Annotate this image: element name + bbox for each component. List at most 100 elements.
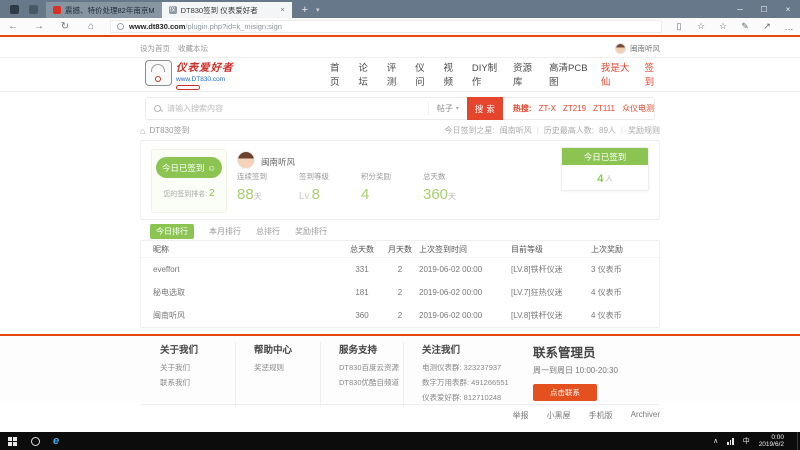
star-label: 今日签到之星:	[444, 125, 494, 136]
nav-item-home[interactable]: 首页	[330, 60, 345, 88]
smiley-icon: ☺	[207, 163, 216, 173]
more-menu-icon[interactable]: …	[778, 22, 800, 32]
search-button[interactable]: 搜索	[467, 97, 503, 120]
hot-link[interactable]: ZT-X	[539, 104, 556, 113]
hot-link[interactable]: ZT219	[563, 104, 586, 113]
bottom-links: 举报 小黑屋 手机版 Archiver	[140, 410, 660, 421]
nav-item-resources[interactable]: 资源库	[513, 60, 536, 88]
browser-tab-active[interactable]: 仪 DT830签到 仪表爱好者 ×	[162, 2, 292, 18]
bookmark-site-link[interactable]: 收藏本坛	[178, 43, 208, 54]
chevron-down-icon: ▾	[456, 105, 459, 112]
tab-preview-icon[interactable]	[29, 5, 38, 14]
network-icon[interactable]	[727, 438, 734, 445]
tab-list-chevron-icon[interactable]: ▾	[316, 6, 320, 14]
browser-tab-other[interactable]: 震撼、特价处理82年南京M	[46, 2, 162, 18]
favorite-star-icon[interactable]: ☆	[690, 21, 712, 32]
row-username[interactable]: eveffort	[153, 265, 343, 274]
search-icon	[154, 105, 162, 113]
search-input[interactable]	[167, 104, 428, 113]
stat-total-days: 总天数 360天	[423, 171, 485, 203]
favorites-bar-icon[interactable]: ☆	[712, 21, 734, 32]
footer-link[interactable]: 联系我们	[160, 377, 235, 388]
username[interactable]: 闽南听风	[261, 156, 295, 168]
url-path: /plugin.php?id=k_misign:sign	[185, 22, 282, 31]
ime-indicator[interactable]: 中	[743, 436, 750, 446]
search-scope-select[interactable]: 帖子 ▾	[428, 102, 467, 115]
record-label: 历史最高人数:	[544, 125, 594, 136]
forward-icon[interactable]: →	[26, 21, 52, 32]
ranking-tabs: 今日排行 本月排行 总排行 奖励排行	[150, 224, 327, 239]
url-field[interactable]: www.dt830.com /plugin.php?id=k_misign:si…	[110, 20, 662, 33]
darkroom-link[interactable]: 小黑屋	[547, 410, 571, 421]
archiver-link[interactable]: Archiver	[631, 410, 660, 421]
set-tabs-aside-icon[interactable]	[10, 5, 19, 14]
footer-link[interactable]: 奖惩规则	[254, 362, 320, 373]
site-logo[interactable]: 仪表爱好者 www.DT830.com	[145, 60, 255, 90]
signin-card: 今日已签到 ☺ 您的签到排名: 2	[151, 149, 227, 213]
site-info-icon[interactable]	[117, 23, 124, 30]
table-header: 昵称 总天数 月天数 上次签到时间 目前等级 上次奖励	[141, 241, 659, 258]
rules-link[interactable]: 奖励规则	[628, 125, 660, 136]
nav-item-forum[interactable]: 论坛	[358, 60, 373, 88]
logo-text: 仪表爱好者 www.DT830.com	[176, 60, 234, 90]
cortana-icon[interactable]	[31, 437, 40, 446]
nav-item-reviews[interactable]: 评测	[387, 60, 402, 88]
taskbar-clock[interactable]: 0:00 2019/6/2	[759, 434, 784, 449]
tab-today-rank[interactable]: 今日排行	[150, 224, 194, 239]
divider	[140, 404, 660, 405]
back-icon[interactable]: ←	[0, 21, 26, 32]
row-username[interactable]: 秘电选取	[153, 287, 343, 298]
divider	[0, 57, 800, 58]
signed-today-button[interactable]: 今日已签到 ☺	[156, 157, 222, 178]
footer-link[interactable]: DT830优酷自频道	[339, 377, 403, 388]
minimize-button[interactable]: ─	[728, 0, 752, 18]
window-controls: ─ ☐ ×	[728, 0, 800, 18]
signin-rank: 您的签到排名: 2	[152, 188, 226, 199]
browser-addressbar: ← → ↻ ⌂ www.dt830.com /plugin.php?id=k_m…	[0, 18, 800, 35]
share-icon[interactable]: ↗	[756, 21, 778, 32]
reading-view-icon[interactable]: ▯	[668, 21, 690, 32]
mobile-link[interactable]: 手机版	[589, 410, 613, 421]
footer-link[interactable]: DT830百度云资源	[339, 362, 403, 373]
footer-follow: 关注我们 电测仪表群: 323237937 数字万用表群: 491266551 …	[403, 342, 515, 407]
today-card-title: 今日已签到	[562, 148, 648, 165]
tab-close-icon[interactable]: ×	[275, 7, 285, 14]
home-icon[interactable]: ⌂	[78, 21, 104, 32]
edge-taskbar-icon[interactable]: e	[53, 435, 59, 447]
footer: 关于我们 关于我们 联系我们 帮助中心 奖惩规则 服务支持 DT830百度云资源…	[0, 336, 800, 402]
nav-item-master[interactable]: 我是大仙	[601, 60, 632, 88]
search-bar: 帖子 ▾ 搜索 热搜: ZT-X ZT219 ZT111 众仪电测	[145, 97, 655, 120]
breadcrumb[interactable]: DT830签到	[149, 125, 189, 136]
footer-link[interactable]: 关于我们	[160, 362, 235, 373]
hot-link[interactable]: ZT111	[593, 104, 615, 113]
tab-month-rank[interactable]: 本月排行	[209, 226, 241, 237]
close-button[interactable]: ×	[776, 0, 800, 18]
star-user[interactable]: 闽南听风	[500, 125, 532, 136]
tab-reward-rank[interactable]: 奖励排行	[295, 226, 327, 237]
maximize-button[interactable]: ☐	[752, 0, 776, 18]
stat-streak: 连续签到 88天	[237, 171, 299, 203]
tab-overall-rank[interactable]: 总排行	[256, 226, 280, 237]
report-link[interactable]: 举报	[513, 410, 529, 421]
nav-item-signin[interactable]: 签到	[645, 60, 660, 88]
nav-item-pcb[interactable]: 高清PCB图	[549, 60, 588, 88]
annotate-pen-icon[interactable]: ✎	[734, 21, 756, 32]
row-username[interactable]: 闽南听风	[153, 310, 343, 321]
hot-link[interactable]: 众仪电测	[622, 103, 654, 114]
start-button-icon[interactable]	[8, 437, 17, 446]
signin-panel: 今日已签到 ☺ 您的签到排名: 2 闽南听风 连续签到 88天 签到等级 Lv.…	[140, 140, 660, 220]
home-icon[interactable]: ⌂	[140, 126, 145, 136]
addressbar-icons: ▯ ☆ ☆ ✎ ↗ …	[668, 21, 800, 32]
ranking-table: 昵称 总天数 月天数 上次签到时间 目前等级 上次奖励 eveffort 331…	[140, 240, 660, 328]
nav-item-diy[interactable]: DIY制作	[472, 60, 500, 88]
set-home-link[interactable]: 设为首页	[140, 43, 170, 54]
nav-item-qa[interactable]: 仪问	[415, 60, 430, 88]
nav-item-video[interactable]: 视频	[443, 60, 458, 88]
user-menu[interactable]: 闽南听风	[615, 43, 660, 54]
refresh-icon[interactable]: ↻	[52, 21, 78, 32]
new-tab-button[interactable]: +	[302, 4, 308, 16]
contact-admin-button[interactable]: 点击联系	[533, 384, 597, 401]
tray-chevron-icon[interactable]: ∧	[713, 437, 718, 445]
avatar[interactable]	[237, 151, 255, 169]
logo-battery-graphic	[176, 85, 200, 90]
